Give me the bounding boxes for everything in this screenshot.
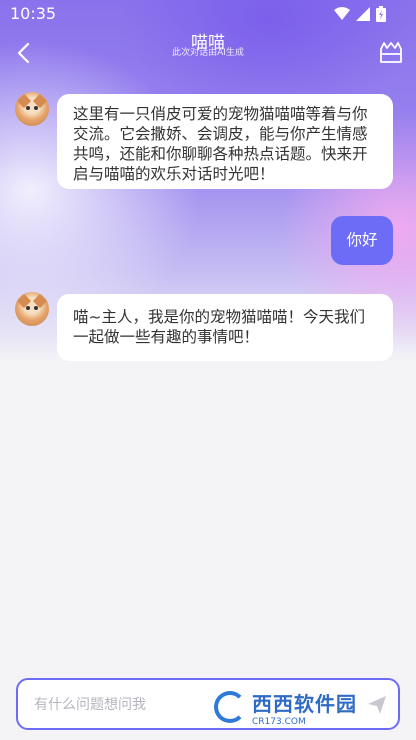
cat-avatar[interactable] — [15, 292, 49, 326]
watermark: 西西软件园 CR173.COM — [214, 686, 394, 728]
assistant-message: 这里有一只俏皮可爱的宠物猫喵喵等着与你交流。它会撒娇、会调皮，能与你产生情感共鸣… — [57, 94, 393, 189]
store-icon[interactable] — [378, 40, 404, 66]
user-message: 你好 — [331, 216, 393, 265]
cat-avatar[interactable] — [15, 92, 49, 126]
chat-header: 喵喵 此次对话由AI生成 — [0, 28, 416, 78]
watermark-domain: CR173.COM — [252, 716, 306, 727]
status-bar: 10:35 — [0, 0, 416, 28]
watermark-logo-icon — [214, 691, 246, 723]
wifi-icon — [334, 7, 350, 20]
ai-disclaimer: 此次对话由AI生成 — [172, 48, 244, 58]
status-time: 10:35 — [10, 4, 57, 23]
assistant-message: 喵~主人，我是你的宠物猫喵喵！今天我们一起做一些有趣的事情吧！ — [57, 294, 393, 361]
message-text: 喵~主人，我是你的宠物猫喵喵！今天我们一起做一些有趣的事情吧！ — [73, 308, 365, 346]
signal-icon — [356, 7, 370, 21]
status-icons — [334, 6, 386, 22]
message-text: 这里有一只俏皮可爱的宠物猫喵喵等着与你交流。它会撒娇、会调皮，能与你产生情感共鸣… — [73, 105, 368, 183]
message-text: 你好 — [346, 231, 378, 249]
watermark-brand: 西西软件园 — [252, 691, 357, 716]
battery-icon — [376, 6, 386, 22]
